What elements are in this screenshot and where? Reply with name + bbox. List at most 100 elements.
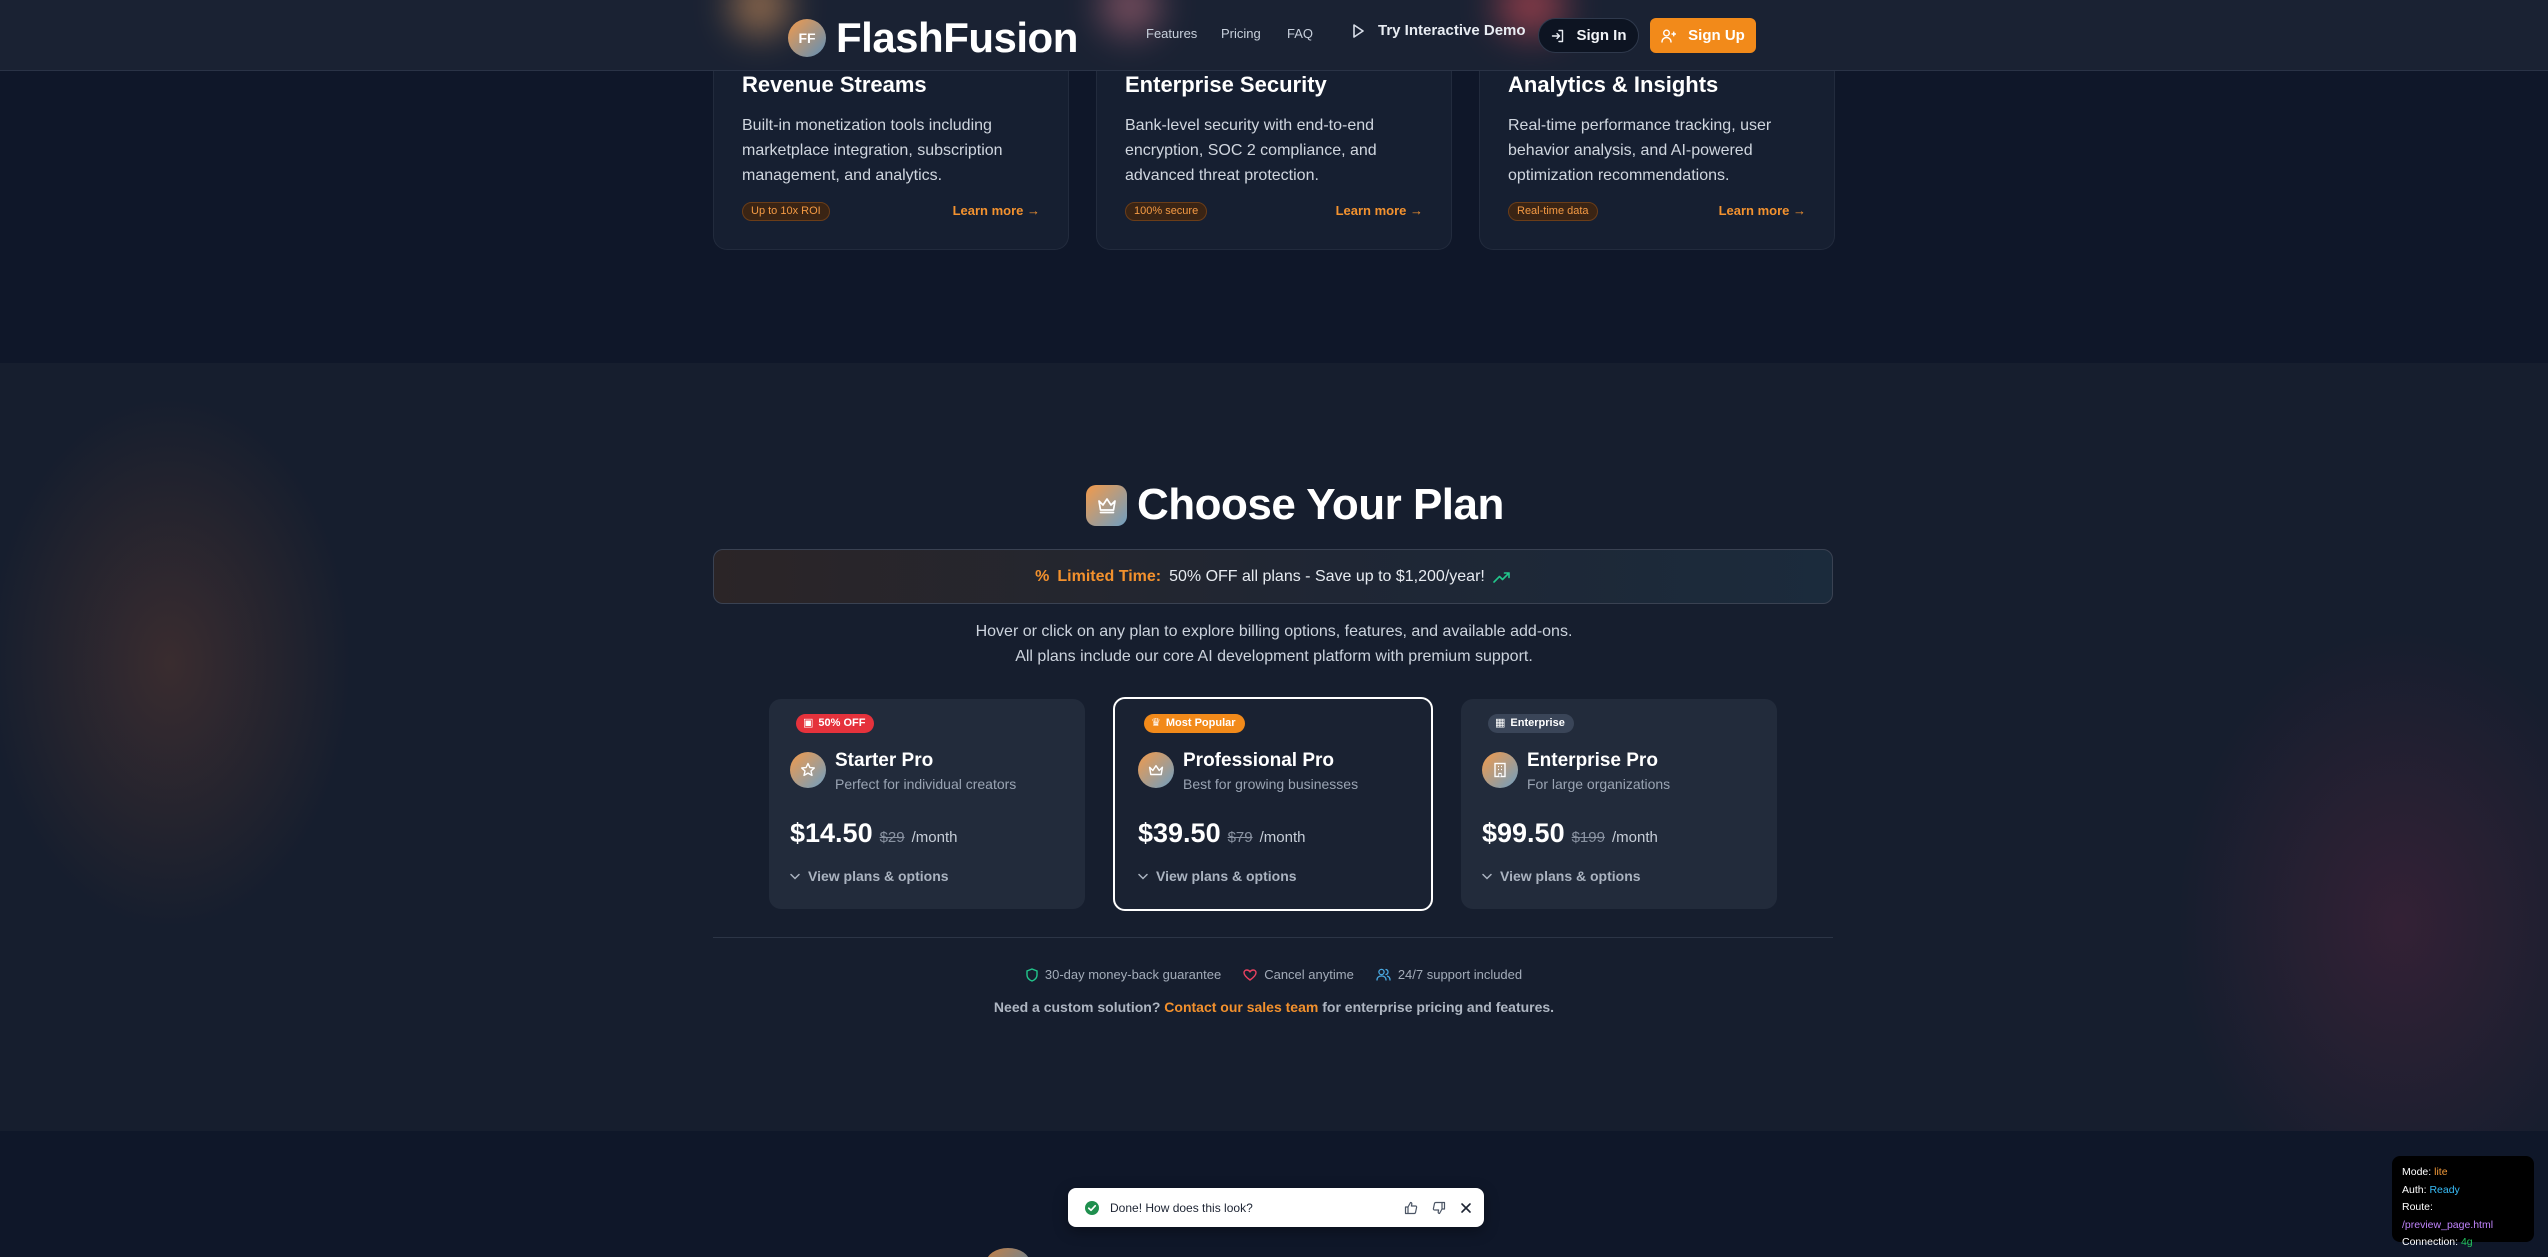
thumbs-up-icon[interactable] xyxy=(1404,1201,1418,1215)
chevron-down-icon xyxy=(1482,873,1492,880)
pricing-heading: Choose Your Plan xyxy=(1086,480,1504,530)
login-icon xyxy=(1551,29,1563,42)
guarantee-label: 30-day money-back guarantee xyxy=(1044,967,1222,982)
price-period: /month xyxy=(911,829,958,846)
status-label: Auth: xyxy=(2402,1183,2427,1196)
crown-icon: ♛ xyxy=(1151,717,1161,729)
feature-description: Real-time performance tracking, user beh… xyxy=(1508,117,1772,184)
building-icon: ▦ xyxy=(1495,717,1506,729)
learn-more-label: Learn more xyxy=(1335,203,1407,218)
percent-icon: % xyxy=(1035,567,1050,585)
feedback-toast: Done! How does this look? xyxy=(1068,1188,1484,1227)
thumbs-down-icon[interactable] xyxy=(1432,1201,1446,1215)
status-auth: Auth: Ready xyxy=(2402,1182,2524,1200)
crown-icon xyxy=(1138,752,1174,788)
try-demo-button[interactable]: Try Interactive Demo xyxy=(1352,22,1526,39)
sign-up-button[interactable]: Sign Up xyxy=(1650,18,1756,53)
feature-title: Revenue Streams xyxy=(742,72,927,97)
brand-logo[interactable]: FF FlashFusion xyxy=(788,14,1078,62)
check-circle-icon xyxy=(1085,1200,1099,1215)
learn-more-link[interactable]: Learn more → xyxy=(1719,203,1806,218)
learn-more-link[interactable]: Learn more → xyxy=(953,203,1040,218)
status-value: lite xyxy=(2434,1166,2448,1178)
custom-prefix: Need a custom solution? xyxy=(993,999,1161,1015)
plan-tagline: For large organizations xyxy=(1527,776,1671,792)
view-plans-label: View plans & options xyxy=(808,868,949,884)
arrow-right-icon: → xyxy=(1027,203,1040,218)
learn-more-label: Learn more xyxy=(1718,203,1790,218)
feature-card-revenue: Revenue Streams Built-in monetization to… xyxy=(713,40,1069,250)
sign-in-button[interactable]: Sign In xyxy=(1538,18,1639,53)
plan-badge-label: Most Popular xyxy=(1165,717,1236,729)
feature-badge: Up to 10x ROI xyxy=(742,202,830,221)
view-plans-button[interactable]: View plans & options xyxy=(1138,868,1297,884)
feature-card-analytics: Analytics & Insights Real-time performan… xyxy=(1479,40,1835,250)
heart-icon xyxy=(1243,968,1257,981)
status-value: /preview_page.html xyxy=(2402,1218,2494,1231)
feature-title: Analytics & Insights xyxy=(1508,72,1719,97)
try-demo-label: Try Interactive Demo xyxy=(1378,22,1526,39)
top-navbar: FF FlashFusion Features Pricing FAQ Try … xyxy=(0,0,2548,71)
trending-up-icon xyxy=(1493,571,1510,583)
brand-name: FlashFusion xyxy=(836,14,1078,61)
price-original: $29 xyxy=(879,829,905,846)
building-icon xyxy=(1482,752,1518,788)
status-value: 4g xyxy=(2460,1236,2473,1248)
price-original: $79 xyxy=(1227,829,1253,846)
status-route: Route: /preview_page.html xyxy=(2402,1199,2524,1234)
close-icon[interactable] xyxy=(1460,1202,1472,1214)
nav-pricing[interactable]: Pricing xyxy=(1221,26,1261,41)
arrow-right-icon: → xyxy=(1793,203,1806,218)
guarantee-item: 24/7 support included xyxy=(1376,967,1522,982)
plan-tagline: Best for growing businesses xyxy=(1183,776,1359,792)
users-icon xyxy=(1376,968,1391,981)
price-period: /month xyxy=(1259,829,1306,846)
debug-status-panel: Mode: lite Auth: Ready Route: /preview_p… xyxy=(2392,1156,2534,1248)
feature-card-security: Enterprise Security Bank-level security … xyxy=(1096,40,1452,250)
header-glow-1 xyxy=(730,0,790,36)
crown-icon xyxy=(1086,484,1127,526)
feedback-actions xyxy=(1404,1201,1472,1215)
learn-more-link[interactable]: Learn more → xyxy=(1336,203,1423,218)
status-label: Route: xyxy=(2402,1201,2433,1213)
next-section-icon xyxy=(986,1248,1030,1257)
plan-tagline: Perfect for individual creators xyxy=(835,776,1017,792)
guarantee-label: Cancel anytime xyxy=(1264,967,1354,982)
price-current: $14.50 xyxy=(790,818,873,848)
status-mode: Mode: lite xyxy=(2402,1164,2524,1182)
pricing-subtitle-2: All plans include our core AI developmen… xyxy=(1015,648,1533,665)
shield-icon xyxy=(1026,967,1038,982)
star-icon xyxy=(790,752,826,788)
plan-badge: ▦ Enterprise xyxy=(1488,714,1574,733)
plan-price: $99.50 $199 /month xyxy=(1482,818,1658,849)
plan-card-enterprise[interactable]: ▦ Enterprise Enterprise Pro For large or… xyxy=(1461,699,1777,909)
contact-sales-link[interactable]: Contact our sales team xyxy=(1164,999,1318,1015)
nav-features[interactable]: Features xyxy=(1146,26,1197,41)
feature-title: Enterprise Security xyxy=(1125,72,1327,97)
plan-card-starter[interactable]: ▣ 50% OFF Starter Pro Perfect for indivi… xyxy=(769,699,1085,909)
chevron-down-icon xyxy=(790,873,800,880)
plan-card-professional[interactable]: ♛ Most Popular Professional Pro Best for… xyxy=(1113,697,1433,911)
guarantee-item: 30-day money-back guarantee xyxy=(1026,967,1221,982)
view-plans-label: View plans & options xyxy=(1500,868,1641,884)
logo-badge: FF xyxy=(788,19,826,57)
promo-banner: % Limited Time: 50% OFF all plans - Save… xyxy=(713,549,1833,604)
divider xyxy=(713,937,1833,938)
view-plans-button[interactable]: View plans & options xyxy=(790,868,949,884)
plan-price: $39.50 $79 /month xyxy=(1138,818,1305,849)
nav-faq[interactable]: FAQ xyxy=(1287,26,1313,41)
promo-highlight: Limited Time: xyxy=(1057,567,1162,585)
plan-badge-label: Enterprise xyxy=(1510,717,1565,729)
learn-more-label: Learn more xyxy=(952,203,1024,218)
feedback-text: Done! How does this look? xyxy=(1110,1200,1253,1215)
custom-suffix: for enterprise pricing and features. xyxy=(1322,999,1555,1015)
user-plus-icon xyxy=(1661,29,1677,43)
plan-badge: ▣ 50% OFF xyxy=(796,714,875,733)
price-current: $39.50 xyxy=(1138,818,1221,848)
view-plans-button[interactable]: View plans & options xyxy=(1482,868,1641,884)
feature-badge: Real-time data xyxy=(1508,202,1598,221)
status-value: Ready xyxy=(2429,1183,2460,1196)
feature-description: Built-in monetization tools including ma… xyxy=(742,117,1003,184)
sign-up-label: Sign Up xyxy=(1688,27,1745,44)
status-connection: Connection: 4g xyxy=(2402,1234,2524,1252)
